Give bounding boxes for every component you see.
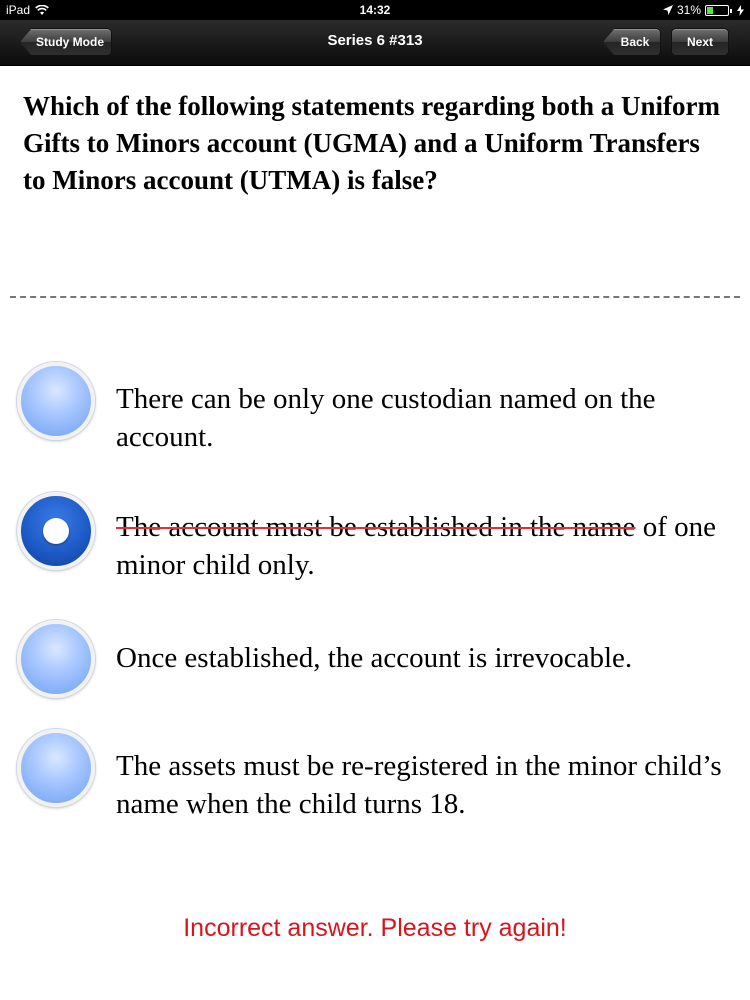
battery-icon xyxy=(705,4,732,16)
battery-percent: 31% xyxy=(676,3,701,17)
question-divider xyxy=(10,296,740,298)
answer-text-1: There can be only one custodian named on… xyxy=(116,383,656,453)
radio-button-1[interactable] xyxy=(17,362,95,440)
answer-text-4: The assets must be re-registered in the … xyxy=(116,750,722,820)
radio-button-3[interactable] xyxy=(17,620,95,698)
struck-text: The account must be established in the n… xyxy=(116,511,636,543)
answer-option-3[interactable]: Once established, the account is irrevoc… xyxy=(0,620,750,704)
status-right: 31% xyxy=(662,3,744,17)
answer-option-1[interactable]: There can be only one custodian named on… xyxy=(0,362,750,453)
radio-button-2-selected[interactable] xyxy=(17,492,95,570)
next-button[interactable]: Next xyxy=(671,28,729,56)
radio-button-4[interactable] xyxy=(17,729,95,807)
location-icon xyxy=(662,5,673,15)
answer-text-3: Once established, the account is irrevoc… xyxy=(116,642,633,674)
status-bar: iPad 14:32 31% xyxy=(0,0,750,20)
back-button[interactable]: Back xyxy=(603,28,661,56)
charging-icon xyxy=(737,4,744,16)
battery-level-fill xyxy=(707,6,714,14)
answer-text-2: The account must be established in the n… xyxy=(116,508,726,584)
feedback-message: Incorrect answer. Please try again! xyxy=(183,914,567,942)
radio-selected-dot xyxy=(43,518,69,544)
status-time: 14:32 xyxy=(359,3,391,17)
navigation-bar: Series 6 #313 Study Mode Back Next xyxy=(0,20,750,66)
question-text: Which of the following statements regard… xyxy=(23,91,720,195)
study-mode-button[interactable]: Study Mode xyxy=(20,28,112,56)
answer-option-4[interactable]: The assets must be re-registered in the … xyxy=(0,729,750,829)
answer-option-2[interactable]: The account must be established in the n… xyxy=(0,492,750,581)
